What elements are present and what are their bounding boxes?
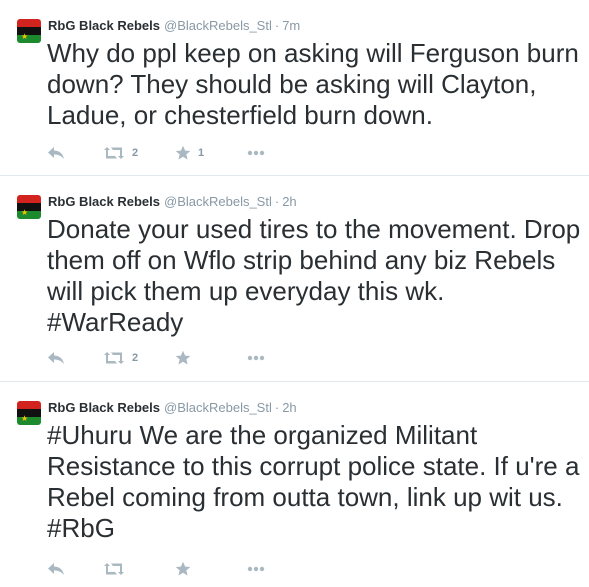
tweet[interactable]: ★ RbG Black Rebels @BlackRebels_Stl · 2h Do…: [0, 176, 589, 382]
author-handle[interactable]: @BlackRebels_Stl: [164, 194, 272, 209]
separator-dot: ·: [274, 194, 280, 209]
author-name[interactable]: RbG Black Rebels: [48, 18, 160, 33]
timestamp[interactable]: 7m: [282, 18, 300, 33]
star-icon: [175, 145, 191, 160]
tweet-text: Why do ppl keep on asking will Ferguson …: [47, 38, 579, 130]
reply-button[interactable]: [47, 559, 65, 579]
reply-button[interactable]: [47, 348, 65, 368]
more-icon: [247, 150, 265, 156]
favorite-button[interactable]: 1: [175, 143, 204, 163]
more-icon: [247, 566, 265, 572]
separator-dot: ·: [274, 400, 280, 415]
more-button[interactable]: [247, 143, 265, 163]
author-name[interactable]: RbG Black Rebels: [48, 400, 160, 415]
star-icon: ★: [21, 414, 29, 423]
timeline: ★ RbG Black Rebels @BlackRebels_Stl · 7m Wh…: [0, 0, 589, 587]
reply-button[interactable]: [47, 143, 65, 163]
star-icon: [175, 561, 191, 576]
retweet-button[interactable]: 2: [103, 348, 138, 368]
avatar[interactable]: ★: [17, 401, 41, 425]
favorite-count: 1: [198, 147, 205, 159]
retweet-icon: [104, 352, 124, 364]
star-icon: [175, 350, 191, 365]
favorite-button[interactable]: [175, 559, 198, 579]
more-button[interactable]: [247, 348, 265, 368]
tweet[interactable]: ★ RbG Black Rebels @BlackRebels_Stl · 2h #U…: [0, 382, 589, 587]
retweet-icon: [104, 563, 124, 575]
avatar[interactable]: ★: [17, 19, 41, 43]
reply-icon: [48, 352, 64, 364]
tweet-header: RbG Black Rebels @BlackRebels_Stl · 2h: [48, 194, 297, 210]
retweet-button[interactable]: 2: [103, 143, 138, 163]
star-icon: ★: [21, 32, 29, 41]
star-icon: ★: [21, 208, 29, 217]
author-name[interactable]: RbG Black Rebels: [48, 194, 160, 209]
tweet-header: RbG Black Rebels @BlackRebels_Stl · 7m: [48, 18, 300, 34]
more-button[interactable]: [247, 559, 265, 579]
author-handle[interactable]: @BlackRebels_Stl: [164, 18, 272, 33]
tweet-text: Donate your used tires to the movement. …: [47, 214, 581, 337]
retweet-button[interactable]: [103, 559, 132, 579]
tweet[interactable]: ★ RbG Black Rebels @BlackRebels_Stl · 7m Wh…: [0, 0, 589, 176]
tweet-text: #Uhuru We are the organized Militant Res…: [47, 420, 580, 543]
timestamp[interactable]: 2h: [282, 400, 296, 415]
retweet-icon: [104, 147, 124, 159]
reply-icon: [48, 563, 64, 575]
avatar[interactable]: ★: [17, 195, 41, 219]
author-handle[interactable]: @BlackRebels_Stl: [164, 400, 272, 415]
tweet-header: RbG Black Rebels @BlackRebels_Stl · 2h: [48, 400, 297, 416]
timestamp[interactable]: 2h: [282, 194, 296, 209]
retweet-count: 2: [132, 352, 139, 364]
favorite-button[interactable]: [175, 348, 198, 368]
retweet-count: 2: [132, 147, 139, 159]
more-icon: [247, 355, 265, 361]
reply-icon: [48, 147, 64, 159]
separator-dot: ·: [274, 18, 280, 33]
